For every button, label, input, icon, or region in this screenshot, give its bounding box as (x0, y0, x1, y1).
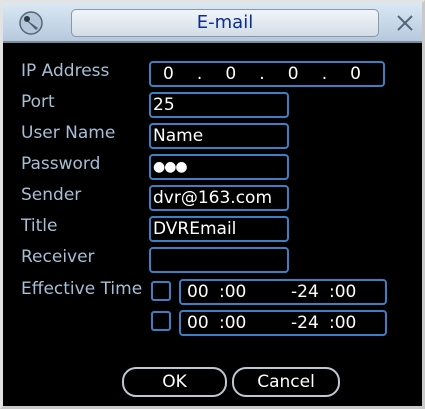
sender-label: Sender (21, 185, 82, 205)
ip-dot-3: . (321, 64, 328, 84)
close-icon[interactable] (391, 9, 419, 37)
effective-time-label: Effective Time (21, 279, 143, 299)
start-hour-1[interactable]: 00 (187, 281, 209, 303)
title-field[interactable]: DVREmail (149, 216, 289, 242)
start-minute-1[interactable]: :00 (219, 281, 246, 303)
ok-button[interactable]: OK (122, 367, 227, 397)
end-minute-2[interactable]: :00 (329, 312, 356, 334)
ip-address-label: IP Address (21, 61, 110, 81)
email-dialog: E-mail IP Address 0 . 0 . 0 . 0 Port 25 … (0, 0, 425, 409)
user-name-field[interactable]: Name (149, 123, 289, 149)
title-label: Title (21, 216, 58, 236)
password-field[interactable]: ●●● (149, 154, 289, 180)
ip-octet-4[interactable]: 0 (350, 63, 361, 85)
start-minute-2[interactable]: :00 (219, 312, 246, 334)
effective-time-checkbox-1[interactable] (151, 281, 171, 301)
receiver-field[interactable] (149, 247, 289, 273)
start-hour-2[interactable]: 00 (187, 312, 209, 334)
satellite-dish-icon (19, 11, 43, 35)
port-field[interactable]: 25 (149, 92, 289, 118)
effective-time-range-1[interactable]: 00 :00 -24 :00 (179, 279, 387, 305)
ip-address-field[interactable]: 0 . 0 . 0 . 0 (149, 61, 385, 87)
cancel-button[interactable]: Cancel (232, 367, 340, 397)
effective-time-checkbox-2[interactable] (151, 311, 171, 331)
ip-octet-1[interactable]: 0 (163, 63, 174, 85)
user-name-label: User Name (21, 123, 116, 143)
ip-dot-1: . (196, 64, 203, 84)
receiver-label: Receiver (21, 247, 95, 267)
ip-dot-2: . (259, 64, 265, 84)
title-bar: E-mail (3, 3, 422, 43)
sender-field[interactable]: dvr@163.com (149, 185, 289, 211)
email-form: IP Address 0 . 0 . 0 . 0 Port 25 User Na… (3, 45, 422, 406)
port-label: Port (21, 92, 55, 112)
end-hour-2[interactable]: -24 (291, 312, 319, 334)
password-label: Password (21, 154, 101, 174)
dialog-title: E-mail (71, 9, 379, 37)
ip-octet-2[interactable]: 0 (225, 63, 236, 85)
end-hour-1[interactable]: -24 (291, 281, 319, 303)
effective-time-range-2[interactable]: 00 :00 -24 :00 (179, 310, 387, 336)
end-minute-1[interactable]: :00 (329, 281, 356, 303)
ip-octet-3[interactable]: 0 (288, 63, 299, 85)
